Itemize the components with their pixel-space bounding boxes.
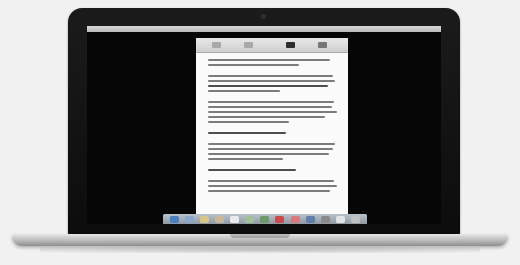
text-line [208,64,299,66]
app-icon[interactable] [305,215,315,223]
app-icon[interactable] [290,215,300,223]
app-icon[interactable] [215,215,225,223]
text-line [208,116,325,118]
text-line [208,153,329,155]
menu-bar [87,26,441,32]
app-icon[interactable] [275,215,285,223]
app-icon[interactable] [260,215,270,223]
paragraph [208,132,338,134]
paragraph [208,59,338,66]
toolbar-button[interactable] [286,42,295,48]
app-icon[interactable] [200,215,210,223]
text-line [208,158,284,160]
shadow [40,247,480,253]
text-line [208,59,331,61]
paragraph [208,75,338,92]
trash-icon[interactable] [350,215,360,223]
text-line [208,106,332,108]
text-line [208,132,286,134]
document-window [196,38,348,224]
app-icon[interactable] [320,215,330,223]
text-line [208,121,289,123]
text-line [208,180,335,182]
text-line [208,85,328,87]
laptop [0,0,520,265]
app-icon[interactable] [230,215,240,223]
text-line [208,101,335,103]
document-toolbar [196,38,348,53]
dock [163,214,367,224]
app-icon[interactable] [335,215,345,223]
toolbar-button[interactable] [244,42,253,48]
text-line [208,75,333,77]
opening-notch [230,234,290,238]
text-line [208,80,336,82]
toolbar-button[interactable] [212,42,221,48]
text-line [208,143,336,145]
finder-icon[interactable] [170,215,180,223]
camera-icon [261,14,266,19]
text-line [208,169,297,171]
paragraph [208,169,338,171]
text-line [208,148,333,150]
document-body [196,53,348,192]
toolbar-button[interactable] [318,42,327,48]
text-line [208,190,331,192]
paragraph [208,143,338,160]
text-line [208,185,337,187]
laptop-base [12,234,508,246]
app-icon[interactable] [245,215,255,223]
text-line [208,90,280,92]
screen-bezel [68,8,460,236]
app-icon[interactable] [185,215,195,223]
paragraph [208,180,338,192]
display [87,26,441,224]
text-line [208,111,337,113]
paragraph [208,101,338,123]
